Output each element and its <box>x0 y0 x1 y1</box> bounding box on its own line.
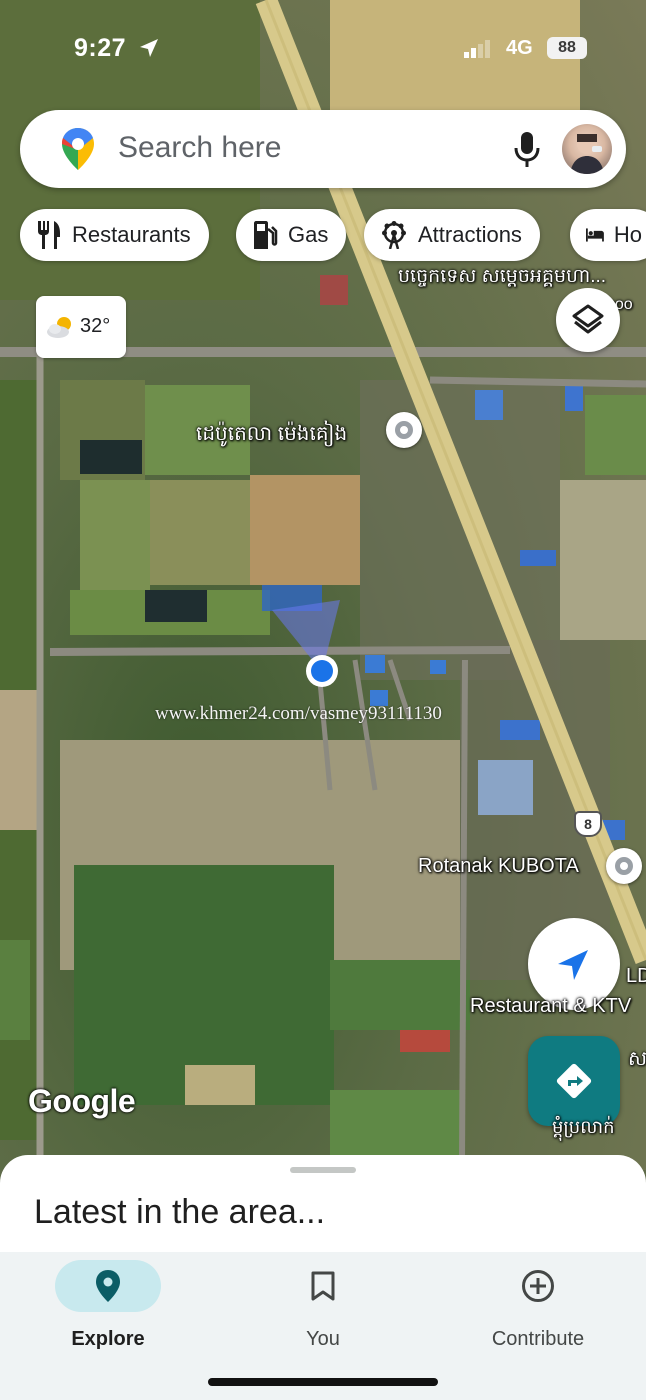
sheet-title: Latest in the area... <box>34 1193 326 1231</box>
map-label-khmer-bottom: ម្តុំប្រលាក់ <box>552 1117 615 1137</box>
chip-restaurants[interactable]: Restaurants <box>20 209 209 261</box>
sheet-drag-handle[interactable] <box>290 1167 356 1173</box>
nav-label: Explore <box>71 1328 145 1350</box>
layers-button[interactable] <box>556 288 620 352</box>
map-label-khmer-right: ស <box>628 1048 646 1070</box>
status-bar: 9:27 4G 88 <box>0 0 646 96</box>
nav-label: You <box>306 1328 340 1350</box>
chip-label: Attractions <box>418 222 522 247</box>
chip-hotels[interactable]: Ho <box>570 209 646 261</box>
search-bar[interactable]: Search here <box>20 110 626 188</box>
map-label-restaurant-prefix: LD <box>626 965 646 987</box>
avatar-photo <box>570 134 604 174</box>
signal-icon <box>464 40 490 58</box>
status-time: 9:27 <box>74 34 127 62</box>
partly-cloudy-icon <box>47 317 71 338</box>
nav-you[interactable]: You <box>253 1260 393 1351</box>
gas-pump-icon <box>254 221 278 249</box>
map-label-kubota[interactable]: Rotanak KUBOTA <box>418 855 579 878</box>
add-circle-icon <box>522 1270 554 1302</box>
map-label-restaurant[interactable]: Restaurant & KTV <box>470 995 631 1018</box>
chip-label: Gas <box>288 222 329 247</box>
bed-icon <box>586 228 604 242</box>
explore-pin-icon <box>96 1270 120 1302</box>
route-number: 8 <box>584 816 592 832</box>
fork-knife-icon <box>38 221 60 249</box>
current-location-dot[interactable] <box>304 653 340 689</box>
directions-button[interactable] <box>528 1036 620 1126</box>
chip-label: Ho <box>613 222 642 247</box>
location-arrow-icon <box>140 39 158 57</box>
map-label-depot[interactable]: ដេប៉ូតេលា ម៉េងគៀង <box>196 420 347 450</box>
poi-marker-depot[interactable] <box>386 412 422 448</box>
map-view[interactable]: 9:27 4G 88 Search here Restaurants Gas A… <box>0 0 646 1170</box>
nav-label: Contribute <box>491 1328 585 1350</box>
chip-label: Restaurants <box>72 222 191 247</box>
nav-contribute[interactable]: Contribute <box>468 1260 608 1351</box>
account-avatar[interactable] <box>562 124 612 174</box>
nav-you-pill <box>270 1260 376 1312</box>
weather-badge[interactable]: 32° <box>36 296 126 358</box>
nav-explore[interactable]: Explore <box>38 1260 178 1351</box>
google-logo: Google <box>28 1083 136 1119</box>
weather-temp: 32° <box>80 315 111 337</box>
ferris-wheel-icon <box>382 221 406 249</box>
chip-gas[interactable]: Gas <box>236 209 347 261</box>
chip-attractions[interactable]: Attractions <box>364 209 540 261</box>
poi-marker-kubota[interactable] <box>606 848 642 884</box>
bookmark-icon <box>311 1271 335 1301</box>
nav-contribute-pill <box>485 1260 591 1312</box>
home-indicator[interactable] <box>208 1378 438 1386</box>
directions-icon <box>556 1063 592 1099</box>
microphone-icon[interactable] <box>514 132 540 168</box>
watermark-text: www.khmer24.com/vasmey93111130 <box>155 703 442 724</box>
bottom-sheet[interactable]: Latest in the area... <box>0 1155 646 1255</box>
network-type: 4G <box>506 37 533 59</box>
layers-icon <box>572 304 604 334</box>
search-input[interactable]: Search here <box>118 131 281 165</box>
google-maps-pin-icon <box>62 128 94 170</box>
nav-explore-pill <box>55 1260 161 1312</box>
route-shield: 8 <box>574 811 602 837</box>
battery-indicator: 88 <box>547 37 587 59</box>
